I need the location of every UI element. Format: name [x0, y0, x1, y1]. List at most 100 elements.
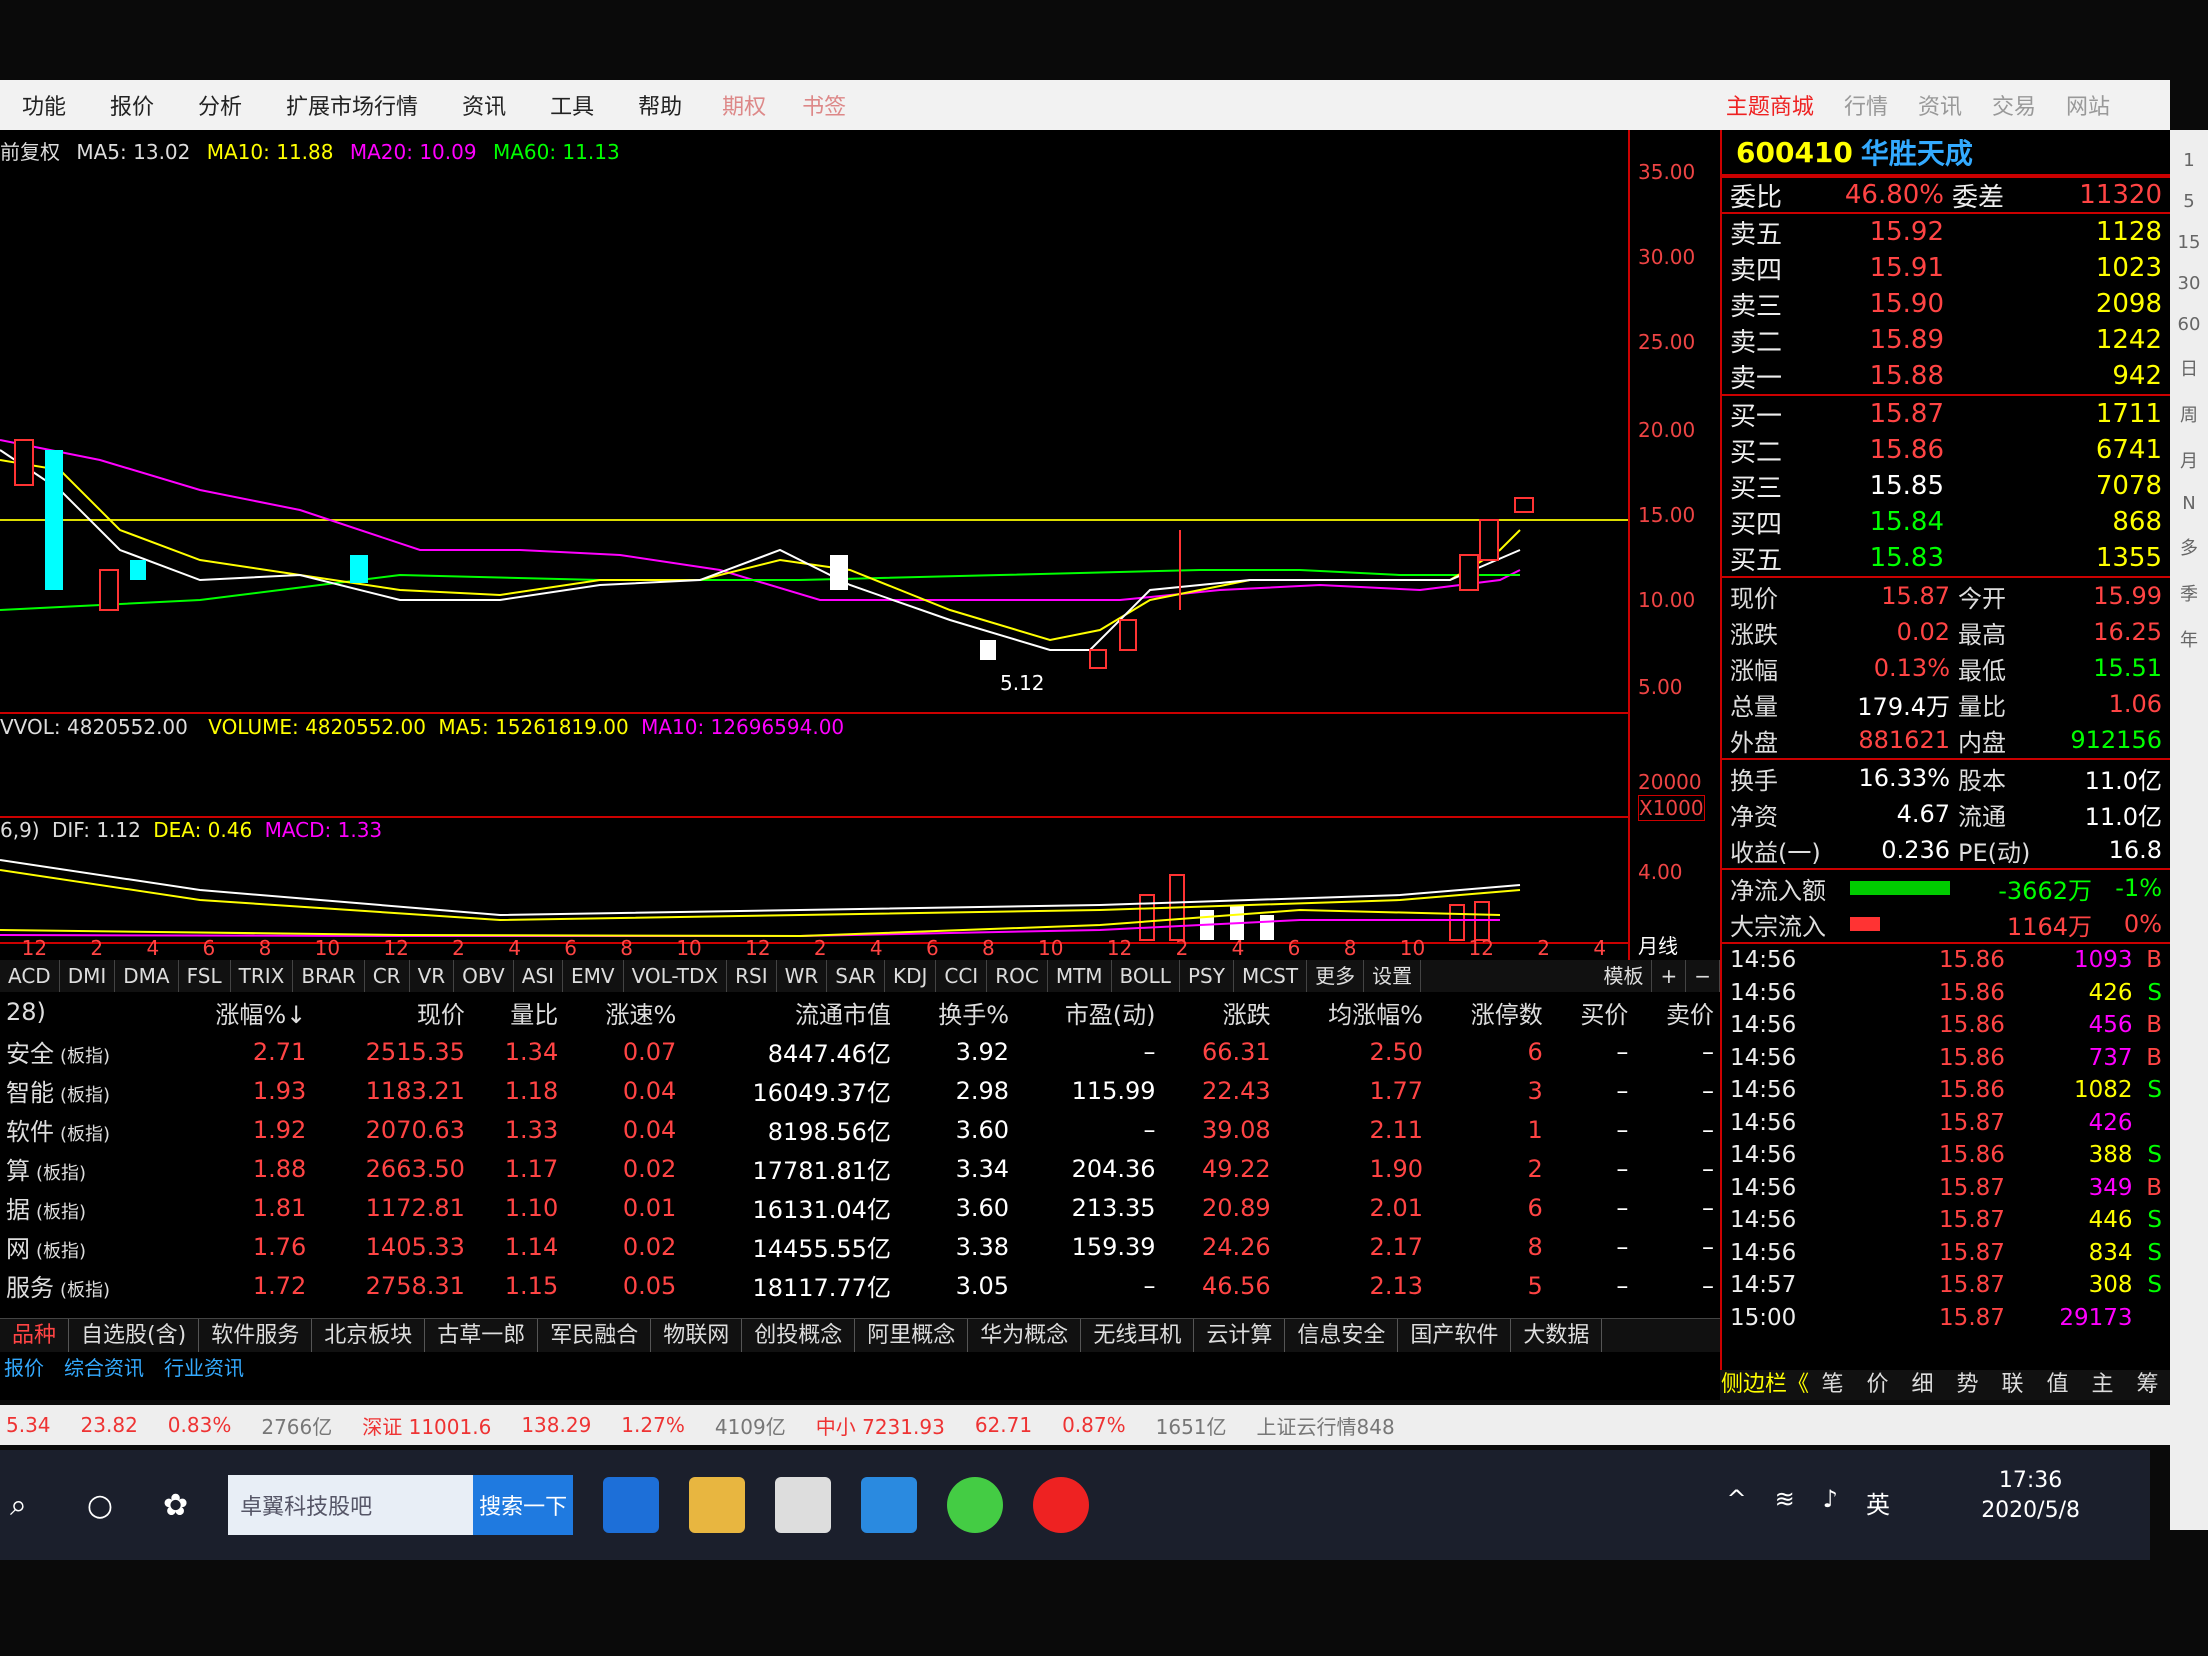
col-header[interactable]: 涨停数 — [1429, 992, 1549, 1032]
col-header[interactable]: 涨幅%↓ — [165, 992, 312, 1032]
table-row[interactable]: 服务 (板指) 1.72 2758.31 1.15 0.05 18117.77亿 3.05 – 4… — [0, 1266, 1720, 1305]
ind-tab[interactable]: MCST — [1234, 960, 1308, 992]
menu-tools[interactable]: 工具 — [550, 89, 594, 121]
ind-tab[interactable]: EMV — [563, 960, 624, 992]
menu-function[interactable]: 功能 — [22, 89, 66, 121]
menu-ext-market[interactable]: 扩展市场行情 — [286, 89, 418, 121]
ind-tab[interactable]: ACD — [0, 960, 60, 992]
block-tab[interactable]: 无线耳机 — [1081, 1319, 1195, 1352]
side-tab[interactable]: 值 — [2035, 1370, 2080, 1400]
ind-tab[interactable]: DMI — [60, 960, 116, 992]
period-button[interactable]: 多 — [2180, 534, 2198, 560]
side-tab[interactable]: 价 — [1855, 1370, 1900, 1400]
browser-icon[interactable] — [947, 1477, 1004, 1533]
side-tab[interactable]: 势 — [1945, 1370, 1990, 1400]
ind-tab[interactable]: CR — [365, 960, 410, 992]
ind-tab[interactable]: ROC — [987, 960, 1048, 992]
ime-indicator[interactable]: 英 — [1866, 1485, 1890, 1520]
period-button[interactable]: 月 — [2180, 447, 2198, 473]
cortana-icon[interactable]: ○ — [87, 1488, 113, 1523]
table-row[interactable]: 网 (板指) 1.76 1405.33 1.14 0.02 14455.55亿 3.38 159… — [0, 1227, 1720, 1266]
side-tab[interactable]: 筹 — [2125, 1370, 2170, 1400]
table-row[interactable]: 据 (板指) 1.81 1172.81 1.10 0.01 16131.04亿 3.60 213… — [0, 1188, 1720, 1227]
col-header[interactable]: 量比 — [471, 992, 564, 1032]
period-label[interactable]: 月线 — [1638, 930, 1678, 959]
block-tab[interactable]: 自选股(含) — [69, 1319, 200, 1352]
store-icon[interactable] — [775, 1477, 832, 1533]
ind-tab[interactable]: SAR — [827, 960, 885, 992]
col-header[interactable]: 均涨幅% — [1277, 992, 1429, 1032]
block-tab[interactable]: 信息安全 — [1285, 1319, 1399, 1352]
menu-news[interactable]: 资讯 — [462, 89, 506, 121]
col-header[interactable]: 流通市值 — [682, 992, 897, 1032]
ind-tab[interactable]: KDJ — [885, 960, 937, 992]
ind-tab-more[interactable]: 更多 — [1307, 960, 1365, 992]
block-tab[interactable]: 古草一郎 — [425, 1319, 539, 1352]
period-button[interactable]: 周 — [2180, 401, 2198, 427]
block-tab[interactable]: 北京板块 — [312, 1319, 426, 1352]
table-row[interactable]: 软件 (板指) 1.92 2070.63 1.33 0.04 8198.56亿 3.60 – 39… — [0, 1110, 1720, 1149]
ind-tab[interactable]: OBV — [454, 960, 514, 992]
block-tab[interactable]: 大数据 — [1511, 1319, 1603, 1352]
block-tab[interactable]: 国产软件 — [1398, 1319, 1512, 1352]
period-button[interactable]: 季 — [2180, 580, 2198, 606]
block-tab[interactable]: 云计算 — [1194, 1319, 1286, 1352]
block-tab[interactable]: 物联网 — [651, 1319, 743, 1352]
menu-help[interactable]: 帮助 — [638, 89, 682, 121]
col-header[interactable]: 换手% — [897, 992, 1015, 1032]
table-row[interactable]: 智能 (板指) 1.93 1183.21 1.18 0.04 16049.37亿 2.98 11… — [0, 1071, 1720, 1110]
nav-web[interactable]: 网站 — [2066, 89, 2110, 121]
period-button[interactable]: N — [2182, 493, 2195, 514]
folder-icon[interactable] — [689, 1477, 746, 1533]
info-tab[interactable]: 行业资讯 — [164, 1352, 244, 1380]
menu-quote[interactable]: 报价 — [110, 89, 154, 121]
ind-tab[interactable]: PSY — [1180, 960, 1234, 992]
side-tab[interactable]: 笔 — [1810, 1370, 1855, 1400]
stock-app-icon[interactable] — [1033, 1477, 1090, 1533]
menu-analysis[interactable]: 分析 — [198, 89, 242, 121]
side-tab[interactable]: 细 — [1900, 1370, 1945, 1400]
ind-tab[interactable]: RSI — [727, 960, 777, 992]
volume-icon[interactable]: ♪ — [1823, 1485, 1838, 1520]
block-tab[interactable]: 品种 — [0, 1319, 70, 1352]
period-button[interactable]: 日 — [2180, 355, 2198, 381]
period-button[interactable]: 1 — [2183, 150, 2194, 171]
period-button[interactable]: 60 — [2178, 314, 2201, 335]
ind-tab[interactable]: VR — [410, 960, 455, 992]
chevron-up-icon[interactable]: ^ — [1726, 1485, 1746, 1520]
search-button[interactable]: 搜索一下 — [473, 1475, 574, 1535]
ind-tab[interactable]: VOL-TDX — [624, 960, 728, 992]
theme-store-link[interactable]: 主题商城 — [1726, 89, 1814, 121]
info-tab[interactable]: 综合资讯 — [64, 1352, 144, 1380]
ind-tab[interactable]: WR — [777, 960, 828, 992]
table-row[interactable]: 算 (板指) 1.88 2663.50 1.17 0.02 17781.81亿 3.34 204… — [0, 1149, 1720, 1188]
period-button[interactable]: 5 — [2183, 191, 2194, 212]
col-header[interactable]: 涨跌 — [1162, 992, 1277, 1032]
period-button[interactable]: 年 — [2180, 626, 2198, 652]
ind-tab[interactable]: CCI — [936, 960, 988, 992]
menu-bookmark[interactable]: 书签 — [802, 89, 846, 121]
app-icon[interactable]: ✿ — [163, 1488, 188, 1523]
col-header[interactable]: 卖价 — [1634, 992, 1720, 1032]
nav-market[interactable]: 行情 — [1844, 89, 1888, 121]
block-tab[interactable]: 军民融合 — [538, 1319, 652, 1352]
nav-news[interactable]: 资讯 — [1918, 89, 1962, 121]
ie-icon[interactable] — [861, 1477, 918, 1533]
search-icon[interactable]: ⌕ — [10, 1488, 27, 1523]
minus-button[interactable]: − — [1686, 960, 1720, 992]
period-button[interactable]: 15 — [2178, 232, 2201, 253]
search-input[interactable]: 卓翼科技股吧 — [228, 1475, 474, 1535]
col-header[interactable]: 现价 — [312, 992, 471, 1032]
block-tab[interactable]: 创投概念 — [742, 1319, 856, 1352]
block-tab[interactable]: 阿里概念 — [855, 1319, 969, 1352]
template-button[interactable]: 模板 — [1595, 960, 1653, 992]
side-tab[interactable]: 主 — [2080, 1370, 2125, 1400]
side-tab[interactable]: 联 — [1990, 1370, 2035, 1400]
wifi-icon[interactable]: ≋ — [1775, 1485, 1795, 1520]
col-header[interactable]: 涨速% — [564, 992, 682, 1032]
ind-tab[interactable]: BOLL — [1112, 960, 1180, 992]
ind-tab[interactable]: MTM — [1048, 960, 1112, 992]
table-row[interactable]: 安全 (板指) 2.71 2515.35 1.34 0.07 8447.46亿 3.92–66… — [0, 1032, 1720, 1071]
block-tab[interactable]: 华为概念 — [968, 1319, 1082, 1352]
ind-tab[interactable]: BRAR — [293, 960, 365, 992]
